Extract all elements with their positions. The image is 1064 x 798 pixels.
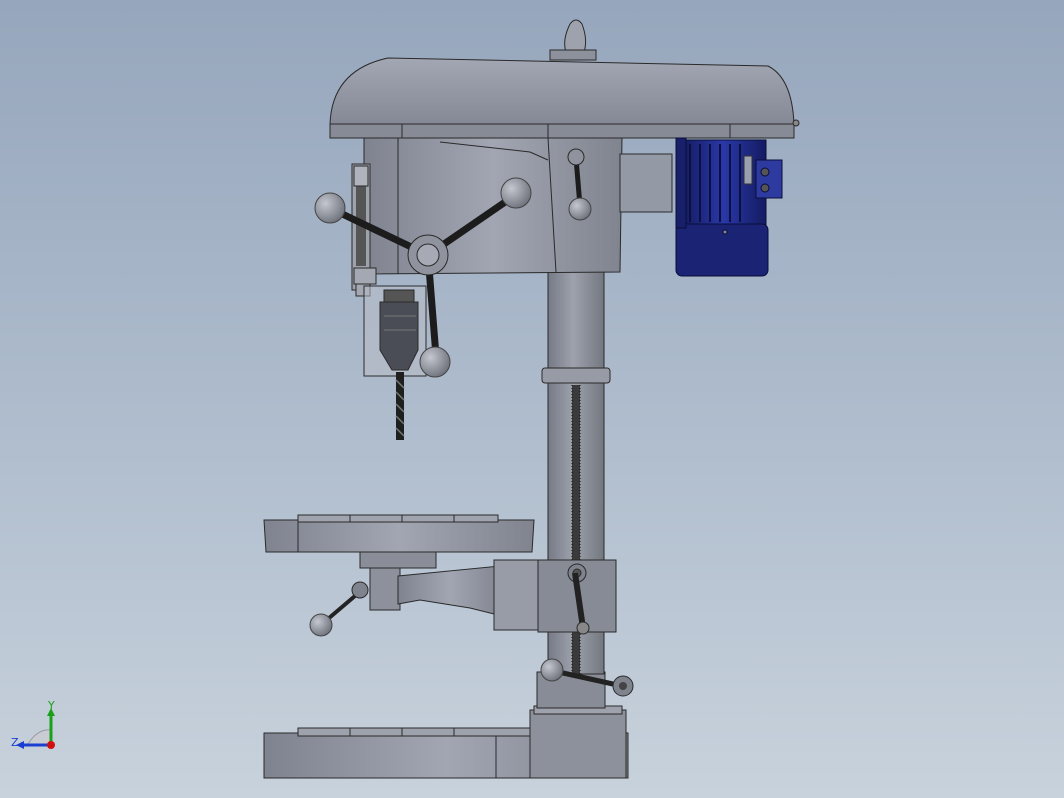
belt-guard-cover	[329, 19, 800, 139]
z-axis-label: Z	[11, 736, 19, 749]
drill-press-model[interactable]	[0, 0, 1064, 798]
electric-motor	[675, 137, 783, 277]
base	[263, 671, 629, 779]
cad-viewport[interactable]: Y Z	[0, 0, 1064, 798]
drill-bit	[395, 372, 405, 440]
y-axis-label: Y	[47, 699, 55, 712]
x-axis-dot	[47, 741, 55, 749]
axis-triad: Y Z	[8, 698, 68, 758]
drill-chuck	[363, 285, 427, 377]
column-rack	[571, 385, 581, 677]
table-clamp-handle[interactable]	[309, 581, 369, 637]
